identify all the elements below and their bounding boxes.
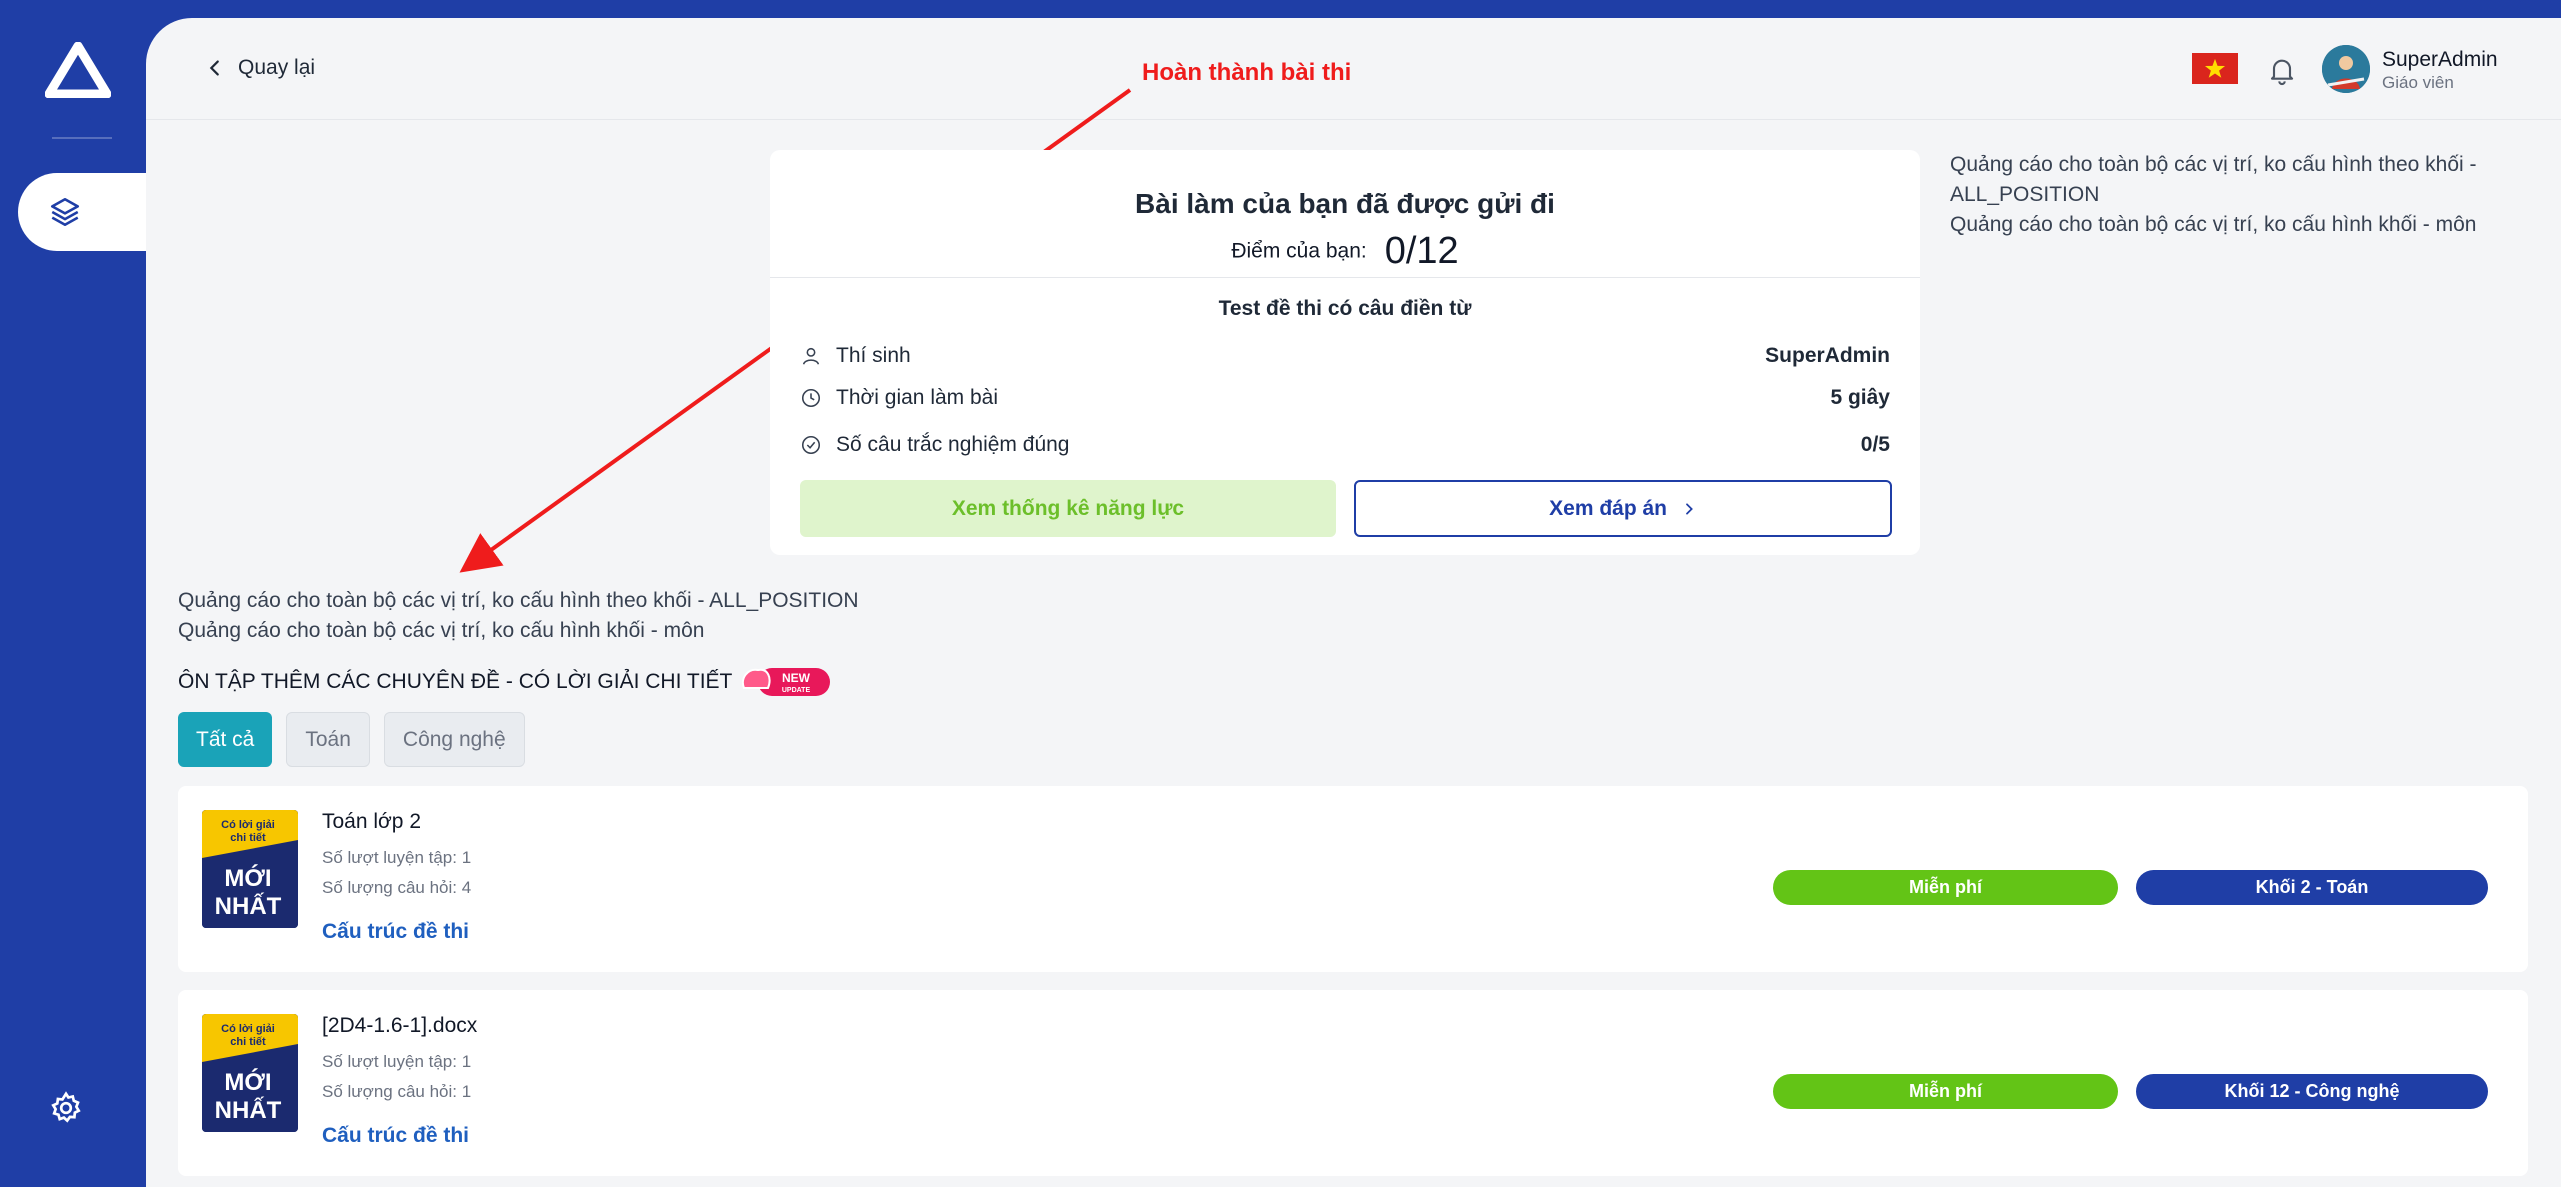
filter-all[interactable]: Tất cả <box>178 712 273 767</box>
svg-text:chi tiết: chi tiết <box>230 1036 266 1048</box>
price-badge: Miễn phí <box>1773 1074 2118 1109</box>
exam-practice-count: Số lượt luyện tập: 1 <box>322 1052 472 1071</box>
exam-title: Toán lớp 2 <box>322 810 422 833</box>
main-panel: Quay lại SuperAdmin Giáo viên Hoàn thành… <box>146 18 2561 1187</box>
view-answers-button[interactable]: Xem đáp án <box>1354 480 1892 537</box>
score-value: 0/12 <box>1384 230 1459 272</box>
vietnam-flag-icon[interactable] <box>2192 53 2238 84</box>
exam-card[interactable]: Có lời giải chi tiết MỚI NHẤT Toán lớp 2… <box>178 786 2528 972</box>
top-bar: Quay lại SuperAdmin Giáo viên <box>146 18 2561 120</box>
settings-gear-icon[interactable] <box>48 1090 84 1126</box>
back-button[interactable]: Quay lại <box>204 56 315 80</box>
svg-text:NHẤT: NHẤT <box>215 892 282 920</box>
chevron-left-icon <box>209 60 219 76</box>
svg-text:UPDATE: UPDATE <box>782 687 811 694</box>
exam-practice-count: Số lượt luyện tập: 1 <box>322 848 472 867</box>
chevron-right-icon <box>1685 503 1693 515</box>
clock-icon <box>801 388 821 408</box>
duration-row: Thời gian làm bài 5 giây <box>800 383 1890 413</box>
svg-text:NHẤT: NHẤT <box>215 1096 282 1124</box>
filter-technology[interactable]: Công nghệ <box>383 712 525 767</box>
score-label: Điểm của bạn: <box>1231 239 1367 263</box>
exam-thumbnail: Có lời giải chi tiết MỚI NHẤT <box>202 810 298 928</box>
sidebar-item-exams[interactable] <box>18 173 146 251</box>
svg-text:MỚI: MỚI <box>224 1068 271 1096</box>
exam-title: [2D4-1.6-1].docx <box>322 1014 478 1037</box>
new-update-badge-icon: NEW UPDATE <box>742 668 831 696</box>
ad-left: Quảng cáo cho toàn bộ các vị trí, ko cấu… <box>178 586 859 646</box>
sidebar-divider <box>52 137 112 139</box>
ad-left-line-1: Quảng cáo cho toàn bộ các vị trí, ko cấu… <box>178 589 859 612</box>
app-logo-icon[interactable] <box>45 42 111 98</box>
svg-text:Có lời giải: Có lời giải <box>221 1023 275 1035</box>
grade-badge: Khối 2 - Toán <box>2136 870 2488 905</box>
exam-question-count: Số lượng câu hỏi: 1 <box>322 1082 472 1101</box>
duration-label: Thời gian làm bài <box>836 386 999 409</box>
user-role: Giáo viên <box>2382 73 2454 92</box>
user-icon <box>802 347 820 365</box>
duration-value: 5 giây <box>1830 386 1890 409</box>
svg-text:chi tiết: chi tiết <box>230 832 266 844</box>
avatar[interactable] <box>2322 45 2370 93</box>
section-title-text: ÔN TẬP THÊM CÁC CHUYÊN ĐỀ - CÓ LỜI GIẢI … <box>178 670 733 693</box>
result-title: Bài làm của bạn đã được gửi đi <box>1135 188 1555 219</box>
exam-question-count: Số lượng câu hỏi: 4 <box>322 878 472 897</box>
price-badge: Miễn phí <box>1773 870 2118 905</box>
result-card: Bài làm của bạn đã được gửi đi Điểm của … <box>770 150 1920 555</box>
ad-left-line-2: Quảng cáo cho toàn bộ các vị trí, ko cấu… <box>178 619 705 642</box>
correct-answers-value: 0/5 <box>1860 433 1890 456</box>
exam-thumbnail: Có lời giải chi tiết MỚI NHẤT <box>202 1014 298 1132</box>
score-row: Điểm của bạn: 0/12 <box>770 230 1920 273</box>
layers-icon <box>50 197 80 227</box>
view-stats-button[interactable]: Xem thống kê năng lực <box>800 480 1336 537</box>
candidate-label: Thí sinh <box>836 344 911 367</box>
correct-answers-label: Số câu trắc nghiệm đúng <box>836 433 1070 456</box>
subject-filters: Tất cả Toán Công nghệ <box>178 712 525 767</box>
ad-right-line-1: Quảng cáo cho toàn bộ các vị trí, ko cấu… <box>1950 153 2477 206</box>
svg-text:MỚI: MỚI <box>224 864 271 892</box>
test-name: Test đề thi có câu điền từ <box>1218 297 1472 320</box>
svg-text:Có lời giải: Có lời giải <box>221 819 275 831</box>
exam-structure-link[interactable]: Cấu trúc đề thi <box>322 920 469 944</box>
candidate-row: Thí sinh SuperAdmin <box>800 341 1890 371</box>
back-label: Quay lại <box>238 56 316 79</box>
exam-structure-link[interactable]: Cấu trúc đề thi <box>322 1124 469 1148</box>
sidebar <box>0 0 146 1187</box>
grade-badge: Khối 12 - Công nghệ <box>2136 1074 2488 1109</box>
check-circle-icon <box>801 435 821 455</box>
view-answers-label: Xem đáp án <box>1549 497 1668 520</box>
exam-card[interactable]: Có lời giải chi tiết MỚI NHẤT [2D4-1.6-1… <box>178 990 2528 1176</box>
filter-math[interactable]: Toán <box>286 712 370 767</box>
candidate-value: SuperAdmin <box>1765 344 1890 367</box>
section-title: ÔN TẬP THÊM CÁC CHUYÊN ĐỀ - CÓ LỜI GIẢI … <box>178 664 832 700</box>
ad-right: Quảng cáo cho toàn bộ các vị trí, ko cấu… <box>1950 150 2510 240</box>
annotation-label: Hoàn thành bài thi <box>1142 59 1352 86</box>
notification-bell-icon[interactable] <box>2266 54 2298 86</box>
correct-answers-row: Số câu trắc nghiệm đúng 0/5 <box>800 430 1890 460</box>
svg-text:NEW: NEW <box>782 671 811 685</box>
ad-right-line-2: Quảng cáo cho toàn bộ các vị trí, ko cấu… <box>1950 213 2477 236</box>
card-divider <box>770 277 1920 278</box>
user-name: SuperAdmin <box>2382 48 2498 71</box>
